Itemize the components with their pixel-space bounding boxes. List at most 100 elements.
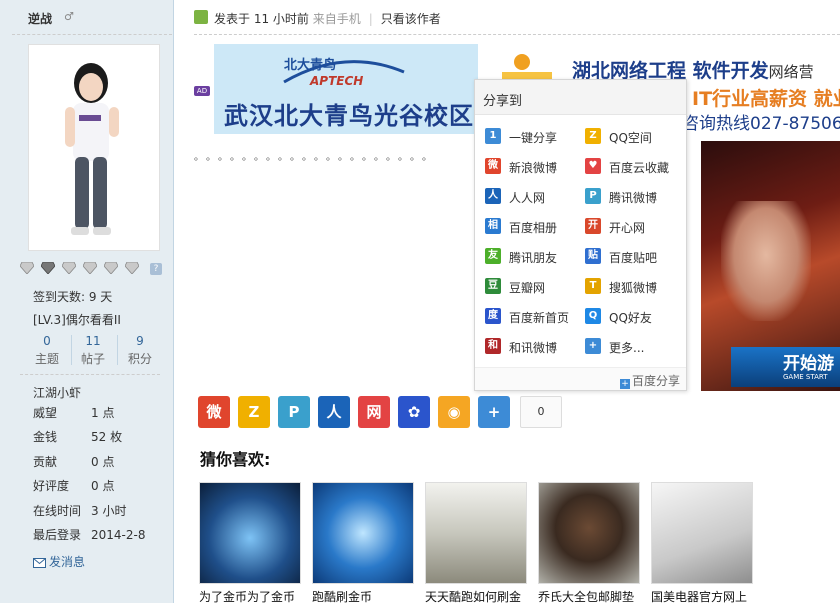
field-key: 金钱 (33, 430, 58, 445)
share-item-label: 腾讯朋友 (509, 251, 558, 265)
recommend-image (425, 482, 527, 584)
share-item-label: 腾讯微博 (609, 191, 658, 205)
qzone-icon[interactable]: Z (238, 396, 270, 428)
share-item-label: 一键分享 (509, 131, 558, 145)
field-value: 0 点 (91, 479, 115, 494)
ad-banner-aptech[interactable]: 北大青鸟 APTECH 武汉北大青鸟光谷校区 (214, 44, 478, 134)
diamond-icon[interactable] (125, 262, 139, 274)
recommend-image (538, 482, 640, 584)
heart-icon: ♥ (585, 158, 601, 174)
recommend-title: 猜你喜欢: (200, 450, 271, 469)
stat-value: 0 (43, 334, 51, 348)
game-start-label: 开始游 (783, 354, 834, 374)
sina-weibo-icon: 微 (485, 158, 501, 174)
send-message-label: 发消息 (49, 555, 86, 569)
diamond-icon[interactable] (62, 262, 76, 274)
user-profile-fields: 威望 1 点 金钱 52 枚 贡献 0 点 好评度 0 点 在线时间 3 小时 最后登录 2… (33, 406, 145, 552)
ad-line-3: 咨询热线027-87506 (682, 114, 840, 134)
recommend-image (199, 482, 301, 584)
stat-label: 积分 (127, 352, 152, 366)
diamond-icon[interactable] (104, 262, 118, 274)
location-icon[interactable]: ◉ (438, 396, 470, 428)
recommend-caption: 国美电器官方网上 (651, 590, 748, 604)
user-level[interactable]: [LV.3]偶尔看看II (33, 311, 121, 328)
recommend-card[interactable]: 国美电器官方网上 (651, 482, 753, 604)
baidu-share-icon: + (619, 379, 630, 389)
recommend-caption: 跑酷刷金币 (312, 590, 373, 604)
stat-value: 11 (85, 334, 101, 348)
share-item-label: 搜狐微博 (609, 281, 658, 295)
stat-topics[interactable]: 0 主题 (25, 329, 69, 367)
recommend-image (651, 482, 753, 584)
recommend-card[interactable]: 乔氏大全包邮脚垫 (538, 482, 640, 604)
stat-points[interactable]: 9 积分 (118, 329, 162, 367)
baidu-share-link[interactable]: + 百度分享 (619, 372, 680, 389)
post-source[interactable]: 来自手机 (313, 12, 361, 26)
profile-field-online-time: 在线时间 3 小时 (33, 504, 145, 528)
share-item-label: 和讯微博 (509, 341, 558, 355)
help-icon[interactable]: ? (150, 263, 162, 275)
recommend-caption: 为了金币为了金币 (199, 590, 296, 604)
sina-weibo-icon[interactable]: 微 (198, 396, 230, 428)
game-character (721, 201, 811, 321)
field-key: 威望 (33, 406, 58, 420)
share-item-label: 人人网 (509, 191, 546, 205)
avatar[interactable] (28, 44, 160, 251)
diamond-icon[interactable] (83, 262, 97, 274)
ad-headline: 武汉北大青鸟光谷校区 (224, 102, 474, 130)
profile-field-last-login: 最后登录 2014-2-8 (33, 528, 145, 552)
user-stats: 0 主题 11 帖子 9 积分 (21, 329, 155, 369)
ad-brand: 北大青鸟 (284, 58, 337, 73)
field-value: 1 点 (91, 406, 115, 420)
recommend-card[interactable]: 天天酷跑如何刷金 (425, 482, 527, 604)
avatar-figure (65, 63, 119, 235)
baidu-icon[interactable]: ✿ (398, 396, 430, 428)
user-group: 江湖小虾 (33, 386, 82, 400)
profile-field-contribution: 贡献 0 点 (33, 455, 145, 479)
tencent-weibo-icon[interactable]: P (278, 396, 310, 428)
only-author-link[interactable]: 只看该作者 (381, 12, 441, 26)
diamond-icon[interactable] (41, 262, 55, 274)
baidu-share-label: 百度分享 (631, 374, 680, 388)
share-item-label: 新浪微博 (509, 161, 558, 175)
plus-icon: + (585, 338, 601, 354)
renren-icon[interactable]: 人 (318, 396, 350, 428)
kaixin-icon: 开 (585, 218, 601, 234)
stat-posts[interactable]: 11 帖子 (71, 329, 115, 367)
field-key: 最后登录 (33, 527, 82, 542)
profile-field-money: 金钱 52 枚 (33, 430, 145, 454)
author-name[interactable]: 逆战 (28, 10, 52, 27)
share-item-label: 开心网 (609, 221, 646, 235)
recommend-card[interactable]: 跑酷刷金币 (312, 482, 414, 604)
game-start-button[interactable]: 开始游 GAME START (731, 347, 840, 387)
netease-icon[interactable]: 网 (358, 396, 390, 428)
stat-label: 主题 (34, 352, 59, 366)
recommend-card[interactable]: 为了金币为了金币 (199, 482, 301, 604)
post-info-bar: 发表于 11 小时前 来自手机 | 只看该作者 (194, 0, 840, 35)
oneclick-share-icon: 1 (485, 128, 501, 144)
divider (20, 374, 160, 375)
post-content: 发表于 11 小时前 来自手机 | 只看该作者 AD 北大青鸟 APTECH 武汉北… (194, 0, 840, 604)
field-value: 52 枚 (91, 430, 123, 445)
send-message-link[interactable]: 发消息 (33, 553, 85, 570)
game-ad[interactable]: 开始游 GAME START (701, 141, 840, 391)
separator: | (368, 12, 373, 26)
profile-field-rating: 好评度 0 点 (33, 479, 145, 503)
clover-icon: 友 (485, 248, 501, 264)
stat-label: 帖子 (80, 352, 105, 366)
recommend-caption: 天天酷跑如何刷金 (425, 590, 522, 604)
post-body-text: 。。。。。。。。。。。。。。。。。。。。 (194, 152, 439, 163)
stat-value: 9 (136, 334, 144, 348)
game-start-sub: GAME START (783, 373, 828, 381)
post-meta: 发表于 11 小时前 来自手机 | 只看该作者 (214, 10, 441, 27)
share-popup: 分享到 1 一键分享 Z QQ空间 微新浪微博 ♥ 百度云收藏 人人人网 P 腾讯微博 … (474, 79, 687, 391)
ad-brand-en: APTECH (310, 74, 364, 88)
baidu-paw-icon: 度 (485, 308, 501, 324)
signin-days: 签到天数: 9 天 (33, 290, 113, 304)
diamond-icon[interactable] (20, 262, 34, 274)
profile-field-prestige: 威望 1 点 (33, 406, 145, 430)
share-item-label: 百度贴吧 (609, 251, 658, 265)
sohu-weibo-icon: T (585, 278, 601, 294)
more-share-icon[interactable]: + (478, 396, 510, 428)
field-key: 好评度 (33, 479, 70, 494)
